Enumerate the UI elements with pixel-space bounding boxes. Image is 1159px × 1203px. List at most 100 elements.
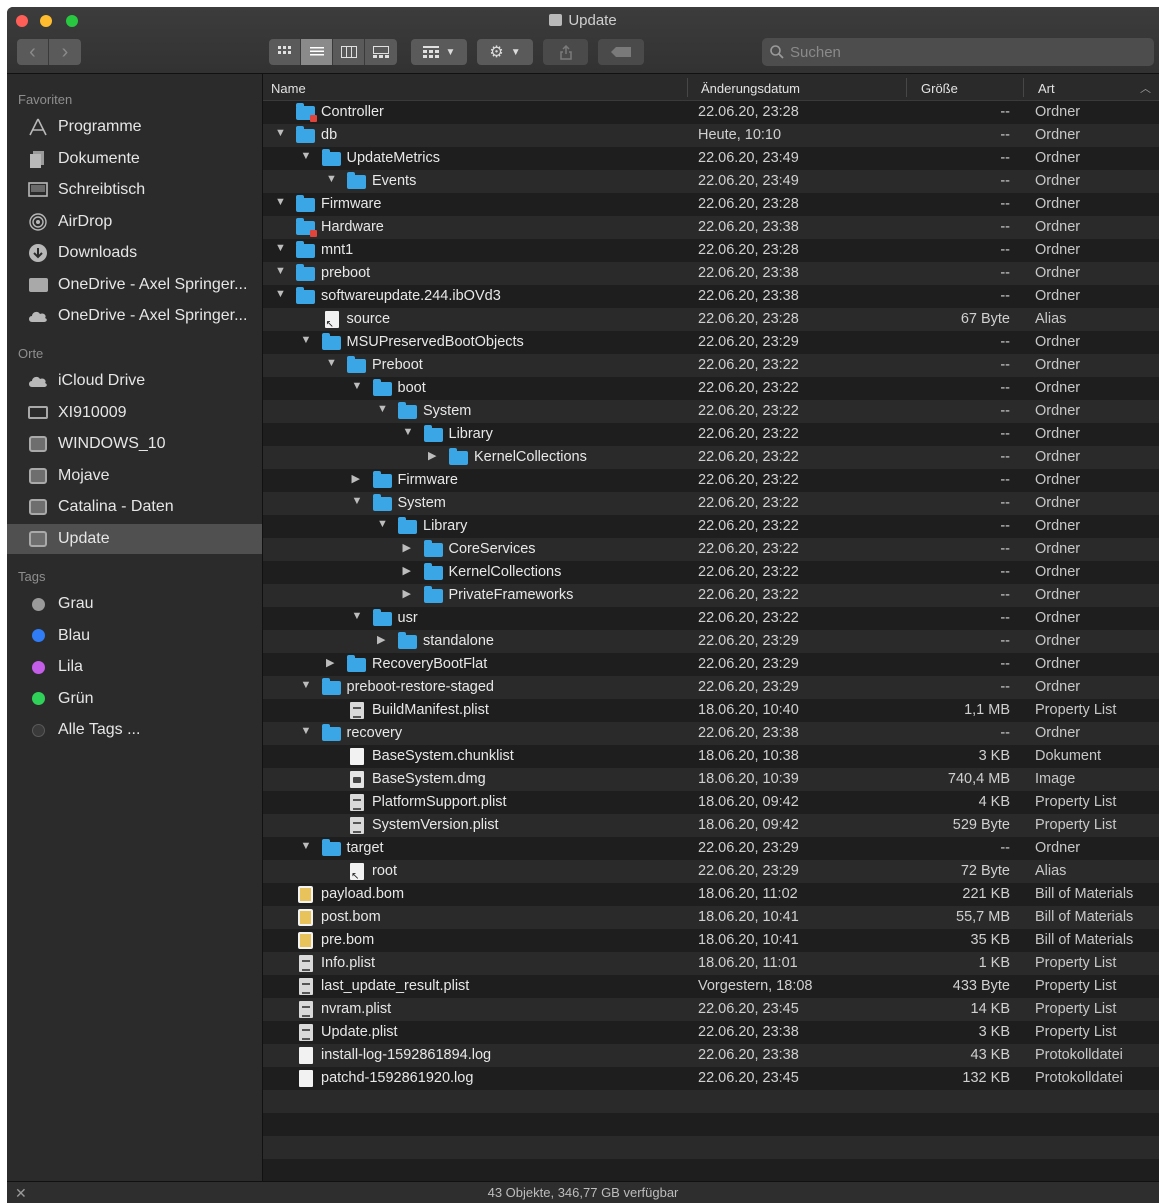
file-row[interactable]: last_update_result.plist Vorgestern, 18:0… [263, 975, 1159, 998]
disclosure-closed-icon[interactable]: ▶ [403, 541, 417, 554]
file-row[interactable]: ▶ RecoveryBootFlat 22.06.20, 23:29 -- Ordner [263, 653, 1159, 676]
file-row[interactable]: SystemVersion.plist 18.06.20, 09:42 529 By… [263, 814, 1159, 837]
file-row[interactable]: root 22.06.20, 23:29 72 Byte Alias [263, 860, 1159, 883]
disclosure-open-icon[interactable]: ▼ [326, 357, 340, 369]
file-row[interactable]: ▼ Firmware 22.06.20, 23:28 -- Ordner [263, 193, 1159, 216]
disclosure-open-icon[interactable]: ▼ [326, 173, 340, 185]
disclosure-closed-icon[interactable]: ▶ [403, 564, 417, 577]
sidebar-item[interactable]: Lila [7, 652, 262, 682]
file-row[interactable]: install-log-1592861894.log 22.06.20, 23:3… [263, 1044, 1159, 1067]
file-row[interactable]: ▶ KernelCollections 22.06.20, 23:22 -- Ordne… [263, 561, 1159, 584]
disclosure-open-icon[interactable]: ▼ [275, 265, 289, 277]
file-row[interactable]: ▼ recovery 22.06.20, 23:38 -- Ordner [263, 722, 1159, 745]
file-row[interactable]: PlatformSupport.plist 18.06.20, 09:42 4 KB… [263, 791, 1159, 814]
file-row[interactable]: ▼ usr 22.06.20, 23:22 -- Ordner [263, 607, 1159, 630]
sidebar-item[interactable]: Grau [7, 589, 262, 619]
group-button[interactable]: ▼ [411, 39, 467, 65]
sidebar-item[interactable]: Alle Tags ... [7, 715, 262, 745]
file-row[interactable]: ▼ preboot-restore-staged 22.06.20, 23:29 --… [263, 676, 1159, 699]
sidebar-item[interactable]: Blau [7, 621, 262, 651]
column-kind-header[interactable]: Art [1038, 81, 1055, 96]
sidebar-item[interactable]: WINDOWS_10 [7, 429, 262, 459]
file-row[interactable]: ▶ PrivateFrameworks 22.06.20, 23:22 -- Ordne… [263, 584, 1159, 607]
sidebar-item[interactable]: Dokumente [7, 144, 262, 174]
file-row[interactable]: ▶ KernelCollections 22.06.20, 23:22 -- Ordne… [263, 446, 1159, 469]
disclosure-closed-icon[interactable]: ▶ [428, 449, 442, 462]
file-row[interactable]: ▶ Firmware 22.06.20, 23:22 -- Ordner [263, 469, 1159, 492]
file-row[interactable]: ▼ preboot 22.06.20, 23:38 -- Ordner [263, 262, 1159, 285]
file-row[interactable]: ▼ Preboot 22.06.20, 23:22 -- Ordner [263, 354, 1159, 377]
back-button[interactable]: ‹ [17, 39, 49, 65]
disclosure-open-icon[interactable]: ▼ [352, 495, 366, 507]
sidebar-item[interactable]: Update [7, 523, 262, 554]
disclosure-closed-icon[interactable]: ▶ [403, 587, 417, 600]
disclosure-open-icon[interactable]: ▼ [301, 840, 315, 852]
icon-view-button[interactable] [269, 39, 301, 65]
file-row[interactable]: ▼ target 22.06.20, 23:29 -- Ordner [263, 837, 1159, 860]
file-row[interactable]: BaseSystem.dmg 18.06.20, 10:39 740,4 MB Ima… [263, 768, 1159, 791]
sidebar-item[interactable]: Grün [7, 684, 262, 714]
search-input[interactable] [790, 43, 1130, 61]
sidebar-item[interactable]: Catalina - Daten [7, 492, 262, 522]
file-row[interactable]: Hardware 22.06.20, 23:38 -- Ordner [263, 216, 1159, 239]
disclosure-open-icon[interactable]: ▼ [377, 518, 391, 530]
file-row[interactable]: nvram.plist 22.06.20, 23:45 14 KB Property … [263, 998, 1159, 1021]
disclosure-open-icon[interactable]: ▼ [275, 242, 289, 254]
sidebar-item[interactable]: Mojave [7, 461, 262, 491]
disclosure-closed-icon[interactable]: ▶ [377, 633, 391, 646]
disclosure-open-icon[interactable]: ▼ [301, 679, 315, 691]
file-row[interactable]: BuildManifest.plist 18.06.20, 10:40 1,1 MB… [263, 699, 1159, 722]
file-row[interactable]: payload.bom 18.06.20, 11:02 221 KB Bill of … [263, 883, 1159, 906]
file-row[interactable]: ▼ System 22.06.20, 23:22 -- Ordner [263, 492, 1159, 515]
action-button[interactable]: ⚙ ▼ [477, 39, 533, 65]
disclosure-open-icon[interactable]: ▼ [301, 334, 315, 346]
close-x-icon[interactable]: ✕ [15, 1182, 27, 1203]
file-row[interactable]: patchd-1592861920.log 22.06.20, 23:45 132 … [263, 1067, 1159, 1090]
column-size-header[interactable]: Größe [921, 81, 958, 96]
file-row[interactable]: BaseSystem.chunklist 18.06.20, 10:38 3 KB D… [263, 745, 1159, 768]
sidebar-item[interactable]: OneDrive - Axel Springer... [7, 301, 262, 331]
file-row[interactable]: ▼ Library 22.06.20, 23:22 -- Ordner [263, 423, 1159, 446]
disclosure-open-icon[interactable]: ▼ [403, 426, 417, 438]
file-row[interactable]: pre.bom 18.06.20, 10:41 35 KB Bill of Mater… [263, 929, 1159, 952]
file-row[interactable]: ▶ CoreServices 22.06.20, 23:22 -- Ordner [263, 538, 1159, 561]
disclosure-open-icon[interactable]: ▼ [275, 288, 289, 300]
disclosure-open-icon[interactable]: ▼ [275, 127, 289, 139]
file-row[interactable]: ▼ db Heute, 10:10 -- Ordner [263, 124, 1159, 147]
file-row[interactable]: Update.plist 22.06.20, 23:38 3 KB Property … [263, 1021, 1159, 1044]
file-row[interactable]: ▼ MSUPreservedBootObjects 22.06.20, 23:29 -… [263, 331, 1159, 354]
disclosure-open-icon[interactable]: ▼ [352, 610, 366, 622]
sidebar-item[interactable]: Programme [7, 112, 262, 142]
column-name-header[interactable]: Name [271, 81, 306, 96]
file-row[interactable]: ▼ System 22.06.20, 23:22 -- Ordner [263, 400, 1159, 423]
file-row[interactable]: Controller 22.06.20, 23:28 -- Ordner [263, 101, 1159, 124]
disclosure-open-icon[interactable]: ▼ [377, 403, 391, 415]
file-row[interactable]: ▶ standalone 22.06.20, 23:29 -- Ordner [263, 630, 1159, 653]
sidebar-item[interactable]: Schreibtisch [7, 175, 262, 205]
file-row[interactable]: ▼ softwareupdate.244.ibOVd3 22.06.20, 23:3… [263, 285, 1159, 308]
gallery-view-button[interactable] [365, 39, 397, 65]
file-row[interactable]: post.bom 18.06.20, 10:41 55,7 MB Bill of Ma… [263, 906, 1159, 929]
disclosure-open-icon[interactable]: ▼ [352, 380, 366, 392]
disclosure-open-icon[interactable]: ▼ [301, 725, 315, 737]
file-row[interactable]: ▼ UpdateMetrics 22.06.20, 23:49 -- Ordner [263, 147, 1159, 170]
sidebar-item[interactable]: XI910009 [7, 398, 262, 428]
file-row[interactable]: ▼ Library 22.06.20, 23:22 -- Ordner [263, 515, 1159, 538]
forward-button[interactable]: › [49, 39, 81, 65]
sidebar-item[interactable]: Downloads [7, 238, 262, 268]
disclosure-open-icon[interactable]: ▼ [275, 196, 289, 208]
file-row[interactable]: ▼ mnt1 22.06.20, 23:28 -- Ordner [263, 239, 1159, 262]
file-row[interactable]: ▼ Events 22.06.20, 23:49 -- Ordner [263, 170, 1159, 193]
sidebar-item[interactable]: OneDrive - Axel Springer... [7, 270, 262, 300]
file-row[interactable]: Info.plist 18.06.20, 11:01 1 KB Property Li… [263, 952, 1159, 975]
search-field[interactable] [762, 38, 1154, 66]
disclosure-closed-icon[interactable]: ▶ [326, 656, 340, 669]
disclosure-open-icon[interactable]: ▼ [301, 150, 315, 162]
tags-button[interactable] [598, 39, 644, 65]
column-date-header[interactable]: Änderungsdatum [701, 81, 800, 96]
sidebar-item[interactable]: AirDrop [7, 207, 262, 237]
sidebar-item[interactable]: iCloud Drive [7, 366, 262, 396]
column-view-button[interactable] [333, 39, 365, 65]
file-row[interactable]: ▼ boot 22.06.20, 23:22 -- Ordner [263, 377, 1159, 400]
share-button[interactable] [543, 39, 588, 65]
